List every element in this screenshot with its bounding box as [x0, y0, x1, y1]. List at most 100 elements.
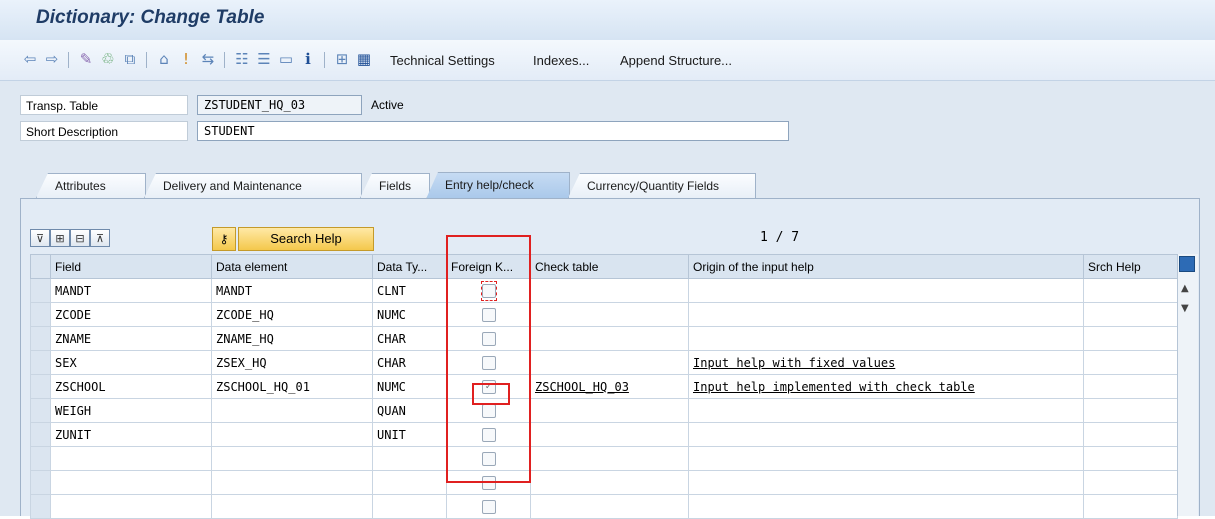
column-header-origin[interactable]: Origin of the input help: [688, 254, 1084, 279]
tab-attributes[interactable]: Attributes: [36, 173, 146, 198]
column-header-field[interactable]: Field: [50, 254, 212, 279]
foreign-key-cell[interactable]: [446, 350, 531, 375]
origin-cell[interactable]: [688, 470, 1084, 495]
data-element-cell[interactable]: MANDT: [211, 278, 373, 303]
origin-cell[interactable]: Input help with fixed values: [688, 350, 1084, 375]
technical-icon[interactable]: ⊞: [332, 49, 352, 69]
navigation-icon[interactable]: !: [176, 49, 196, 69]
append-structure-button[interactable]: Append Structure...: [620, 53, 732, 68]
origin-cell[interactable]: Input help implemented with check table: [688, 374, 1084, 399]
srch-help-cell[interactable]: [1083, 302, 1178, 327]
tab-entry-help-check[interactable]: Entry help/check: [426, 172, 570, 199]
hierarchy-icon[interactable]: ☷: [232, 49, 252, 69]
layout-icon[interactable]: ☰: [254, 49, 274, 69]
row-selector[interactable]: [30, 326, 51, 351]
origin-cell[interactable]: [688, 398, 1084, 423]
column-header-check-table[interactable]: Check table: [530, 254, 689, 279]
foreign-key-checkbox[interactable]: [481, 331, 496, 346]
foreign-key-checkbox[interactable]: [481, 403, 496, 418]
select-block-icon[interactable]: ⊞: [50, 229, 70, 247]
row-selector[interactable]: [30, 278, 51, 303]
tab-fields[interactable]: Fields: [360, 173, 430, 198]
select-all-icon[interactable]: ⊽: [30, 229, 50, 247]
column-header-foreign-key[interactable]: Foreign K...: [446, 254, 531, 279]
foreign-key-checkbox[interactable]: [481, 499, 496, 514]
field-cell[interactable]: ZUNIT: [50, 422, 212, 447]
row-selector[interactable]: [30, 350, 51, 375]
check-table-cell[interactable]: [530, 422, 689, 447]
data-type-cell[interactable]: NUMC: [372, 374, 447, 399]
field-cell[interactable]: [50, 494, 212, 519]
row-selector[interactable]: [30, 422, 51, 447]
scroll-up-icon[interactable]: ▲: [1181, 283, 1189, 294]
data-element-cell[interactable]: ZSEX_HQ: [211, 350, 373, 375]
back-arrow-icon[interactable]: ⇦: [20, 49, 40, 69]
data-element-cell[interactable]: [211, 494, 373, 519]
deselect-all-icon[interactable]: ⊟: [70, 229, 90, 247]
check-table-cell[interactable]: [530, 326, 689, 351]
collapse-icon[interactable]: ⊼: [90, 229, 110, 247]
activate-icon[interactable]: ♲: [98, 49, 118, 69]
search-help-button[interactable]: Search Help: [238, 227, 374, 251]
key-icon[interactable]: ⚷: [212, 227, 236, 251]
tab-currency-quantity-fields[interactable]: Currency/Quantity Fields: [568, 173, 756, 198]
foreign-key-checkbox[interactable]: [481, 427, 496, 442]
data-element-cell[interactable]: [211, 470, 373, 495]
check-table-cell[interactable]: [530, 398, 689, 423]
field-cell[interactable]: ZCODE: [50, 302, 212, 327]
data-element-cell[interactable]: ZSCHOOL_HQ_01: [211, 374, 373, 399]
srch-help-cell[interactable]: [1083, 470, 1178, 495]
screen-icon[interactable]: ▭: [276, 49, 296, 69]
foreign-key-checkbox[interactable]: [481, 307, 496, 322]
foreign-key-cell[interactable]: [446, 470, 531, 495]
check-table-cell[interactable]: [530, 278, 689, 303]
foreign-key-checkbox[interactable]: [481, 451, 496, 466]
data-type-cell[interactable]: [372, 470, 447, 495]
column-header-srch-help[interactable]: Srch Help: [1083, 254, 1178, 279]
field-cell[interactable]: WEIGH: [50, 398, 212, 423]
row-selector[interactable]: [30, 446, 51, 471]
column-header-data-type[interactable]: Data Ty...: [372, 254, 447, 279]
column-config-icon[interactable]: [1179, 256, 1195, 272]
tab-delivery-and-maintenance[interactable]: Delivery and Maintenance: [144, 173, 362, 198]
object-list-icon[interactable]: ⌂: [154, 49, 174, 69]
foreign-key-cell[interactable]: [446, 422, 531, 447]
srch-help-cell[interactable]: [1083, 398, 1178, 423]
display-change-icon[interactable]: ✎: [76, 49, 96, 69]
row-selector[interactable]: [30, 470, 51, 495]
foreign-key-cell[interactable]: [446, 398, 531, 423]
info-icon[interactable]: ℹ: [298, 49, 318, 69]
data-type-cell[interactable]: UNIT: [372, 422, 447, 447]
technical-settings-button[interactable]: Technical Settings: [390, 53, 495, 68]
row-selector[interactable]: [30, 398, 51, 423]
transp-table-field[interactable]: ZSTUDENT_HQ_03: [197, 95, 362, 115]
field-cell[interactable]: ZNAME: [50, 326, 212, 351]
foreign-key-checkbox[interactable]: [481, 355, 496, 370]
origin-cell[interactable]: [688, 446, 1084, 471]
check-table-cell[interactable]: ZSCHOOL_HQ_03: [530, 374, 689, 399]
data-element-cell[interactable]: ZNAME_HQ: [211, 326, 373, 351]
data-type-cell[interactable]: NUMC: [372, 302, 447, 327]
row-selector[interactable]: [30, 494, 51, 519]
field-cell[interactable]: [50, 470, 212, 495]
data-type-cell[interactable]: [372, 446, 447, 471]
foreign-key-cell[interactable]: ✓: [446, 374, 531, 399]
field-cell[interactable]: ZSCHOOL: [50, 374, 212, 399]
data-type-cell[interactable]: [372, 494, 447, 519]
row-selector[interactable]: [30, 374, 51, 399]
short-description-field[interactable]: STUDENT: [197, 121, 789, 141]
where-used-icon[interactable]: ⧉: [120, 49, 140, 69]
origin-cell[interactable]: [688, 494, 1084, 519]
origin-cell[interactable]: [688, 278, 1084, 303]
check-table-cell[interactable]: [530, 494, 689, 519]
table-icon[interactable]: ▦: [354, 49, 374, 69]
data-type-cell[interactable]: CHAR: [372, 326, 447, 351]
check-table-cell[interactable]: [530, 446, 689, 471]
data-type-cell[interactable]: CHAR: [372, 350, 447, 375]
field-cell[interactable]: [50, 446, 212, 471]
field-cell[interactable]: MANDT: [50, 278, 212, 303]
srch-help-cell[interactable]: [1083, 446, 1178, 471]
srch-help-cell[interactable]: [1083, 350, 1178, 375]
data-type-cell[interactable]: CLNT: [372, 278, 447, 303]
foreign-key-cell[interactable]: [446, 446, 531, 471]
